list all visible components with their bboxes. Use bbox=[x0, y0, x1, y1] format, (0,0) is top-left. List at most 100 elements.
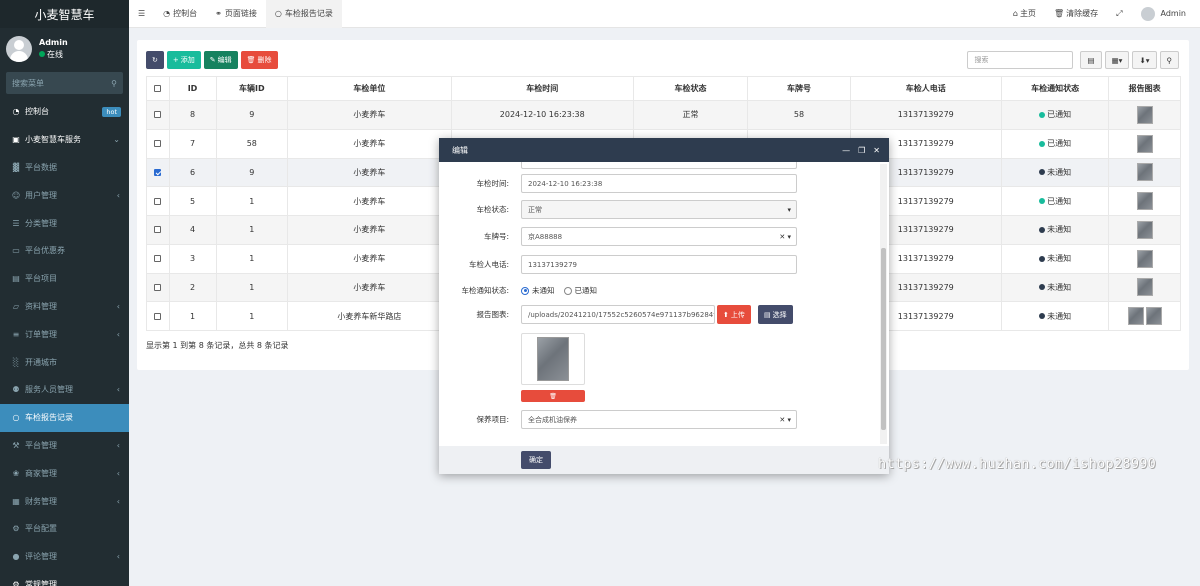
sidebar-item-label: 平台配置 bbox=[25, 524, 57, 534]
cell-car_id: 9 bbox=[215, 157, 289, 188]
admin-menu[interactable]: Admin bbox=[1132, 0, 1200, 28]
delete-button[interactable]: 🗑 删除 bbox=[240, 51, 278, 69]
clear-cache-button[interactable]: 🗑 清除缓存 bbox=[1045, 0, 1107, 28]
sidebar-item[interactable]: ▤ 平台项目 bbox=[0, 265, 129, 293]
clear-chevron-icon[interactable]: ✕ ▾ bbox=[779, 416, 791, 424]
report-thumbnail[interactable] bbox=[1136, 192, 1153, 211]
row-checkbox-cell[interactable] bbox=[146, 100, 170, 130]
radio-not-notified-label[interactable]: 未通知 bbox=[532, 285, 555, 296]
refresh-button[interactable]: ↻ bbox=[146, 51, 164, 69]
row-checkbox-cell[interactable] bbox=[146, 243, 170, 274]
sidebar-item[interactable]: ▭ 平台优惠券 bbox=[0, 237, 129, 265]
report-thumbnail[interactable] bbox=[1136, 220, 1153, 239]
minimize-icon[interactable]: — bbox=[842, 146, 850, 155]
row-checkbox[interactable] bbox=[154, 283, 162, 291]
radio-notified-label[interactable]: 已通知 bbox=[575, 285, 598, 296]
sidebar-item[interactable]: ◔ 控制台 hot bbox=[0, 98, 129, 126]
list-icon: ▤ bbox=[1087, 55, 1095, 65]
remove-image-button[interactable]: 🗑 bbox=[521, 390, 585, 402]
modal-scrollbar[interactable] bbox=[880, 164, 887, 444]
toggle-view-button[interactable]: ▤ bbox=[1080, 51, 1102, 69]
sidebar-item[interactable]: ⚙ 平台配置 bbox=[0, 515, 129, 543]
close-icon[interactable]: ✕ bbox=[873, 146, 880, 155]
tab-1[interactable]: ◔ 控制台 bbox=[154, 0, 206, 28]
report-thumbnail[interactable] bbox=[1145, 307, 1162, 326]
partial-select-field[interactable]: ▾ bbox=[521, 162, 797, 169]
clear-cache-label: 清除缓存 bbox=[1066, 9, 1099, 18]
table-search-input[interactable]: 搜索 bbox=[967, 51, 1074, 69]
app-logo[interactable]: 小麦智慧车 bbox=[0, 0, 129, 28]
sidebar-item[interactable]: ▱ 资料管理 ‹ bbox=[0, 293, 129, 321]
search-icon[interactable]: ⚲ bbox=[111, 79, 117, 88]
sidebar-item[interactable]: ▣ 小麦智慧车服务 ⌄ bbox=[0, 126, 129, 154]
row-checkbox-cell[interactable] bbox=[146, 186, 170, 216]
sidebar-search-input[interactable]: 搜索菜单 ⚲ bbox=[6, 72, 123, 94]
row-checkbox-cell[interactable] bbox=[146, 272, 170, 303]
modal-header[interactable]: 编辑 — ❐ ✕ bbox=[439, 138, 889, 162]
sidebar-item[interactable]: ░ 开通城市 bbox=[0, 348, 129, 376]
item-select[interactable]: 全合成机油保养 ✕ ▾ bbox=[521, 410, 797, 429]
sidebar-item[interactable]: ▓ 平台数据 bbox=[0, 154, 129, 182]
report-thumbnail[interactable] bbox=[1136, 163, 1153, 182]
radio-not-notified[interactable] bbox=[521, 286, 529, 295]
report-thumbnail[interactable] bbox=[1136, 249, 1153, 268]
row-checkbox[interactable] bbox=[154, 255, 162, 263]
sidebar-item[interactable]: ⚙ 常规管理 bbox=[0, 571, 129, 586]
row-checkbox-cell[interactable] bbox=[146, 301, 170, 331]
home-link[interactable]: ⌂ 主页 bbox=[1004, 0, 1045, 28]
add-button[interactable]: + 添加 bbox=[166, 51, 201, 69]
sidebar-item[interactable]: ⚉ 服务人员管理 ‹ bbox=[0, 376, 129, 404]
time-field[interactable]: 2024-12-10 16:23:38 bbox=[521, 174, 797, 193]
scrollbar-thumb[interactable] bbox=[881, 248, 886, 430]
radio-notified[interactable] bbox=[563, 286, 572, 295]
columns-button[interactable]: ▦▾ bbox=[1104, 51, 1130, 69]
report-path-field[interactable]: /uploads/20241210/17552c5260574e971137b9… bbox=[521, 305, 715, 324]
row-checkbox[interactable] bbox=[154, 226, 162, 234]
row-checkbox-cell[interactable] bbox=[146, 215, 170, 245]
row-checkbox[interactable] bbox=[154, 168, 162, 176]
fullscreen-icon[interactable]: ⤢ bbox=[1107, 0, 1131, 28]
row-checkbox[interactable] bbox=[154, 111, 162, 119]
select-all-checkbox[interactable] bbox=[146, 76, 170, 101]
sidebar-item[interactable]: ☺ 用户管理 ‹ bbox=[0, 181, 129, 209]
sidebar-item[interactable]: ≡ 订单管理 ‹ bbox=[0, 320, 129, 348]
sidebar-item[interactable]: ▦ 财务管理 ‹ bbox=[0, 487, 129, 515]
report-thumbnail[interactable] bbox=[1136, 278, 1153, 297]
item-label: 保养项目: bbox=[476, 415, 509, 424]
phone-field[interactable]: 13137139279 bbox=[521, 255, 797, 274]
row-checkbox[interactable] bbox=[154, 197, 162, 205]
edit-button[interactable]: ✎ 编辑 bbox=[203, 51, 238, 69]
export-button[interactable]: ⬇▾ bbox=[1132, 51, 1157, 69]
upload-button[interactable]: ⬆ 上传 bbox=[717, 305, 751, 324]
checkbox-icon[interactable] bbox=[154, 85, 162, 92]
status-select[interactable]: 正常 ▾ bbox=[521, 200, 797, 219]
choose-button[interactable]: ▤ 选择 bbox=[758, 305, 793, 324]
row-checkbox[interactable] bbox=[154, 312, 162, 320]
sidebar-item-label: 平台数据 bbox=[25, 162, 57, 172]
row-checkbox-cell[interactable] bbox=[146, 157, 170, 188]
sidebar-item[interactable]: ❀ 商家管理 ‹ bbox=[0, 459, 129, 487]
tab-2[interactable]: ⚭ 页面链接 bbox=[206, 0, 266, 28]
confirm-button[interactable]: 确定 bbox=[521, 451, 551, 469]
report-thumbnail[interactable] bbox=[1136, 134, 1153, 153]
tab-3[interactable]: ○ 车检报告记录 bbox=[265, 0, 342, 28]
report-thumbnail[interactable] bbox=[1136, 105, 1153, 124]
advanced-search-button[interactable]: ⚲ bbox=[1159, 51, 1179, 69]
plate-select[interactable]: 京A88888 ✕ ▾ bbox=[521, 227, 797, 246]
sidebar-item[interactable]: ☰ 分类管理 bbox=[0, 209, 129, 237]
row-checkbox-cell[interactable] bbox=[146, 128, 170, 159]
report-preview[interactable] bbox=[521, 333, 585, 385]
cell-unit: 小麦养车 bbox=[287, 128, 452, 159]
table-row[interactable]: 8 9 小麦养车 2024-12-10 16:23:38 正常 58 13137139279… bbox=[146, 100, 1181, 130]
maximize-icon[interactable]: ❐ bbox=[858, 146, 865, 155]
sidebar-item[interactable]: ○ 车检报告记录 bbox=[0, 403, 129, 432]
row-checkbox[interactable] bbox=[154, 140, 162, 148]
hot-badge: hot bbox=[102, 106, 121, 117]
sidebar-item[interactable]: ⚒ 平台管理 ‹ bbox=[0, 432, 129, 460]
menu-toggle-icon[interactable]: ☰ bbox=[129, 0, 154, 28]
clear-chevron-icon[interactable]: ✕ ▾ bbox=[779, 233, 791, 241]
cell-unit: 小麦养车 bbox=[287, 243, 452, 274]
sidebar-item[interactable]: ● 评论管理 ‹ bbox=[0, 543, 129, 571]
report-thumbnail[interactable] bbox=[1127, 307, 1144, 326]
cell-unit: 小麦养车新华路店 bbox=[287, 301, 452, 331]
